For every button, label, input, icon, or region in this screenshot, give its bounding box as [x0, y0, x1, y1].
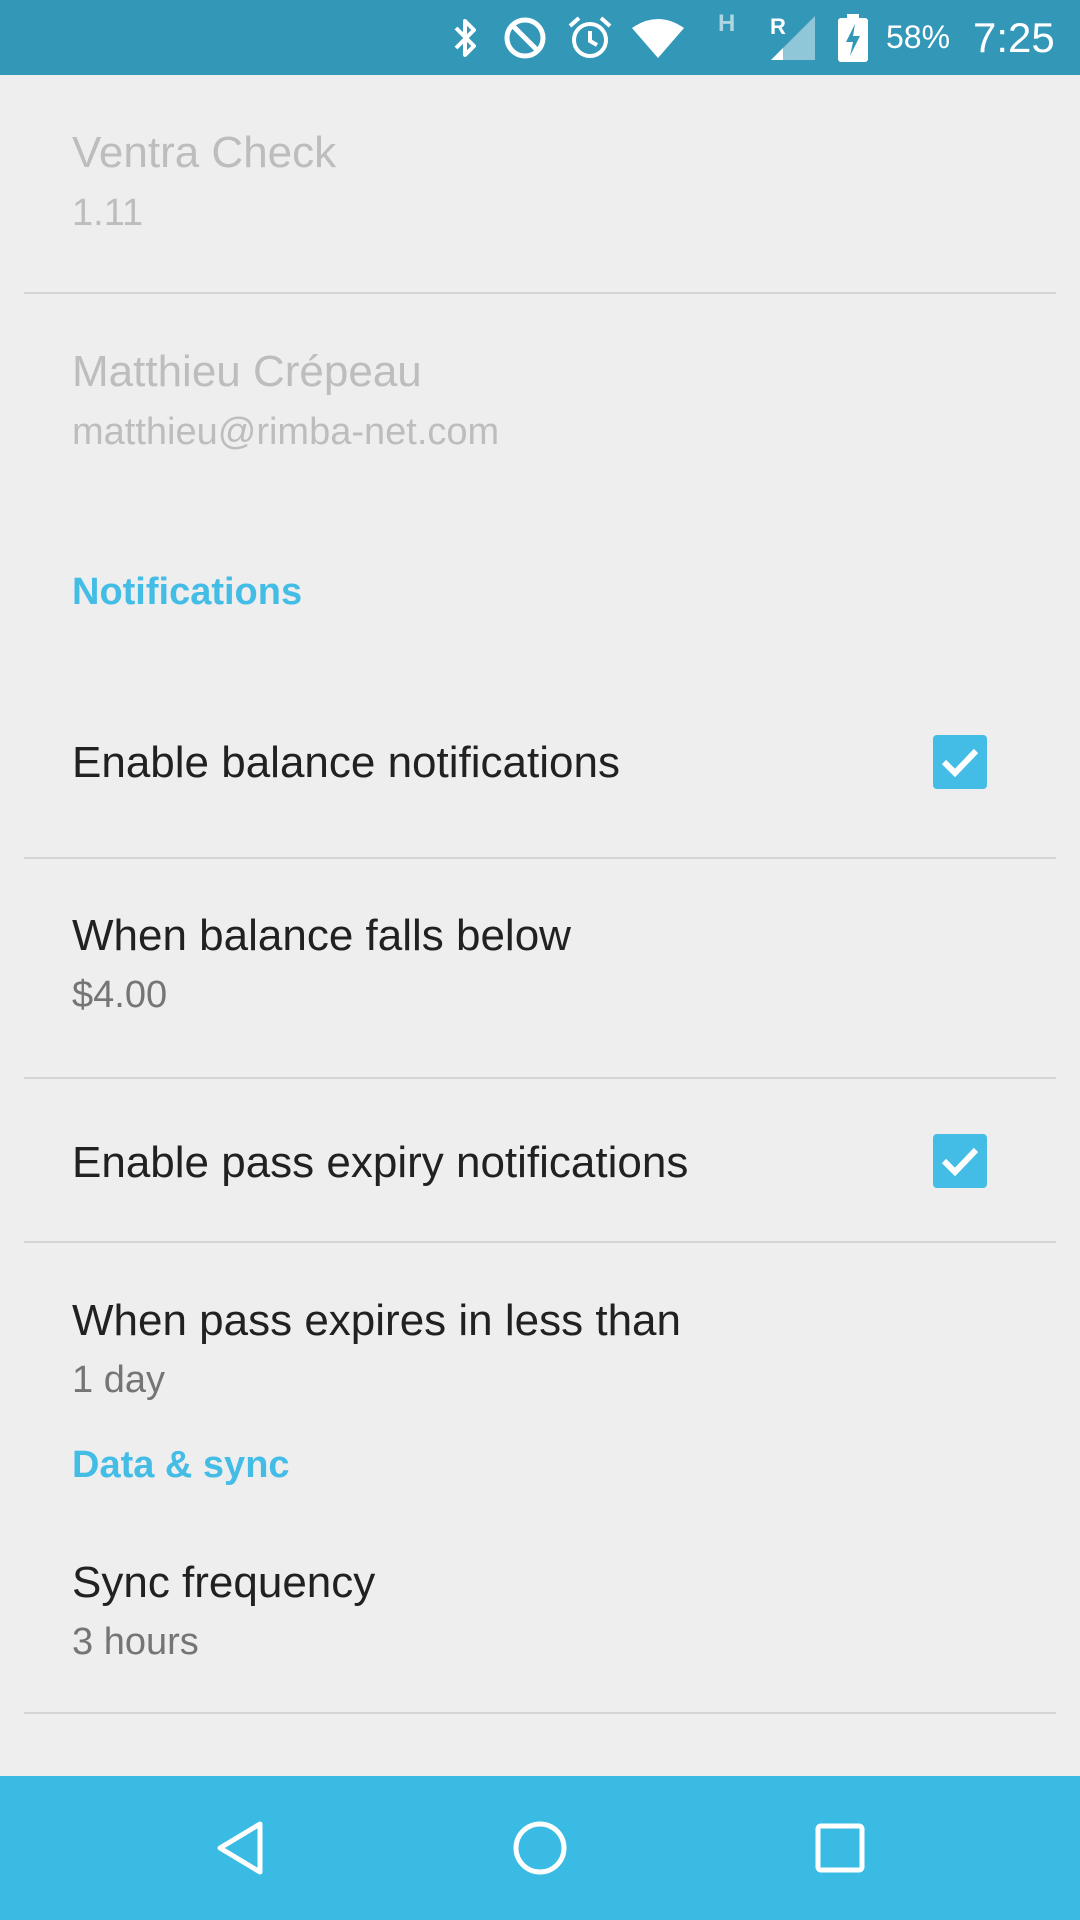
- status-bar: H R 58% 7:25: [0, 0, 1080, 75]
- balance-notifications-checkbox[interactable]: [933, 735, 987, 789]
- recents-icon: [815, 1823, 865, 1873]
- back-button[interactable]: [140, 1776, 340, 1920]
- status-time: 7:25: [973, 13, 1055, 61]
- balance-threshold-label: When balance falls below: [72, 911, 571, 960]
- account-email: matthieu@rimba-net.com: [72, 411, 500, 453]
- recents-button[interactable]: [740, 1776, 940, 1920]
- balance-notifications-label: Enable balance notifications: [72, 738, 620, 787]
- app-name: Ventra Check: [72, 128, 337, 177]
- battery-percent: 58%: [886, 19, 951, 55]
- do-not-disturb-icon: [500, 0, 550, 75]
- wifi-icon: [628, 0, 688, 75]
- checkmark-icon: [941, 1147, 979, 1177]
- balance-threshold-row[interactable]: When balance falls below $4.00: [0, 859, 1080, 1077]
- home-icon: [513, 1821, 567, 1875]
- account-name: Matthieu Crépeau: [72, 347, 422, 396]
- account-item: Matthieu Crépeau matthieu@rimba-net.com: [0, 294, 1080, 494]
- notifications-header: Notifications: [72, 571, 303, 613]
- back-icon: [217, 1821, 263, 1875]
- network-type-label: H: [718, 10, 736, 37]
- pass-threshold-value: 1 day: [72, 1359, 165, 1401]
- navigation-bar: [0, 1776, 1080, 1920]
- pass-threshold-label: When pass expires in less than: [72, 1296, 681, 1345]
- data-sync-header: Data & sync: [72, 1444, 290, 1486]
- pass-threshold-row[interactable]: When pass expires in less than 1 day: [0, 1243, 1080, 1443]
- settings-list: Ventra Check 1.11 Matthieu Crépeau matth…: [0, 75, 1080, 1775]
- app-version-item: Ventra Check 1.11: [0, 75, 1080, 293]
- sync-frequency-label: Sync frequency: [72, 1558, 376, 1607]
- signal-icon: [768, 0, 818, 75]
- alarm-icon: [565, 0, 615, 75]
- divider: [24, 1712, 1056, 1714]
- balance-notifications-toggle-row[interactable]: Enable balance notifications: [0, 638, 1080, 858]
- pass-expiry-checkbox[interactable]: [933, 1134, 987, 1188]
- checkmark-icon: [941, 748, 979, 778]
- app-version: 1.11: [72, 192, 144, 234]
- bluetooth-icon: [447, 0, 483, 75]
- sync-frequency-value: 3 hours: [72, 1621, 199, 1663]
- battery-charging-icon: [836, 0, 870, 75]
- home-button[interactable]: [440, 1776, 640, 1920]
- pass-expiry-label: Enable pass expiry notifications: [72, 1138, 689, 1187]
- sync-frequency-row[interactable]: Sync frequency 3 hours: [0, 1513, 1080, 1713]
- pass-expiry-toggle-row[interactable]: Enable pass expiry notifications: [0, 1079, 1080, 1241]
- balance-threshold-value: $4.00: [72, 974, 168, 1016]
